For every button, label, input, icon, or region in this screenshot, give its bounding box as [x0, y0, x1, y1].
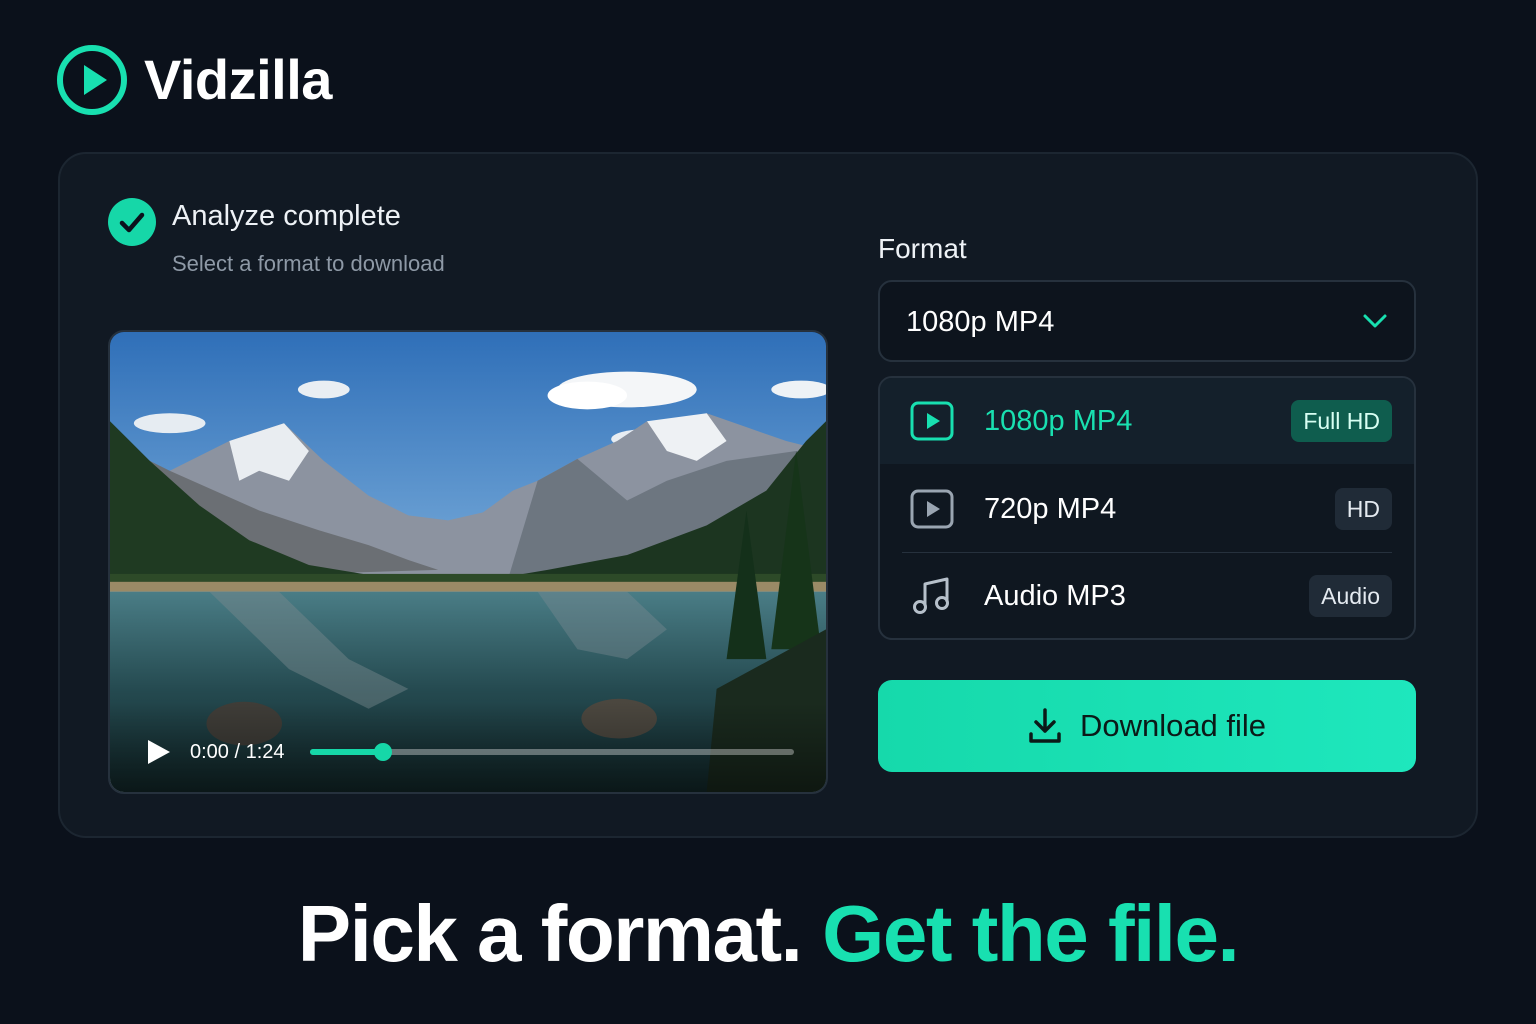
play-icon[interactable]: [146, 738, 172, 766]
format-option-label: Audio MP3: [984, 580, 1126, 612]
music-note-icon: [913, 577, 949, 614]
format-select[interactable]: 1080p MP4: [878, 280, 1416, 362]
format-option-mp3[interactable]: Audio MP3 Audio: [880, 553, 1414, 638]
format-option-badge: Audio: [1309, 575, 1392, 617]
format-option-label: 720p MP4: [984, 493, 1117, 525]
format-option-badge: Full HD: [1291, 400, 1392, 442]
format-option-badge: HD: [1334, 488, 1392, 530]
format-option-1080p[interactable]: 1080p MP4 Full HD: [880, 378, 1414, 464]
video-controls: 0:00 / 1:24: [110, 702, 826, 792]
chevron-down-icon: [1363, 314, 1387, 328]
check-circle-icon: [108, 198, 156, 246]
format-option-720p[interactable]: 720p MP4 HD: [880, 466, 1414, 552]
result-card: Analyze complete Select a format to down…: [58, 152, 1478, 838]
status-subtitle: Select a format to download: [172, 251, 445, 276]
app-name: Vidzilla: [144, 48, 332, 111]
tagline-part-2: Get the file.: [822, 889, 1240, 978]
video-time: 0:00 / 1:24: [190, 741, 285, 763]
download-button[interactable]: Download file: [878, 680, 1416, 772]
format-option-label: 1080p MP4: [984, 405, 1133, 437]
download-icon: [1029, 708, 1061, 743]
play-square-icon: [910, 489, 954, 529]
video-progress-bar[interactable]: [310, 743, 794, 761]
download-button-label: Download file: [1079, 708, 1267, 743]
format-select-value: 1080p MP4: [906, 306, 1055, 338]
tagline-part-1: Pick a format.: [297, 889, 803, 978]
format-label: Format: [878, 233, 967, 264]
play-circle-icon: [57, 45, 127, 115]
video-preview[interactable]: 0:00 / 1:24: [108, 330, 828, 794]
status-title: Analyze complete: [172, 200, 401, 232]
tagline: Pick a format. Get the file.: [0, 888, 1536, 980]
format-options-list: 1080p MP4 Full HD 720p MP4 HD Audio MP3 …: [878, 376, 1416, 640]
video-progress-thumb[interactable]: [373, 743, 392, 761]
play-square-icon: [910, 401, 954, 441]
app-logo: Vidzilla: [56, 44, 332, 116]
video-progress-fill: [310, 749, 383, 755]
